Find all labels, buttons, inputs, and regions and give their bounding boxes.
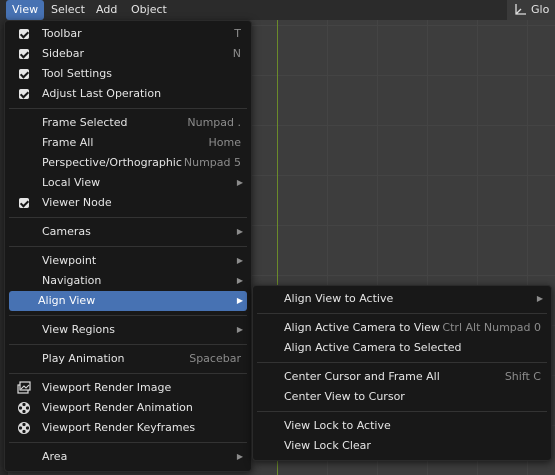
checkbox-icon [19,29,29,39]
menu-item-align-active-camera-to-selected[interactable]: Align Active Camera to Selected [257,338,547,358]
menu-separator [9,442,247,443]
menu-item-play-animation[interactable]: Play Animation Spacebar [9,349,247,369]
menu-item-align-view[interactable]: Align View ▶ [9,291,247,311]
menu-separator [9,217,247,218]
menu-separator [9,246,247,247]
menu-item-cameras[interactable]: Cameras ▶ [9,222,247,242]
submenu-arrow-icon: ▶ [236,452,243,461]
menu-separator [9,315,247,316]
menu-add[interactable]: Add [90,0,123,20]
menu-item-viewport-render-image[interactable]: Viewport Render Image [9,378,247,398]
menu-item-viewport-render-animation[interactable]: Viewport Render Animation [9,398,247,418]
menu-item-local-view[interactable]: Local View ▶ [9,173,247,193]
menu-item-viewer-node[interactable]: Viewer Node [9,193,247,213]
submenu-arrow-icon: ▶ [236,276,243,285]
menu-separator [9,108,247,109]
transform-orientation-icon [515,4,526,15]
menu-item-perspective-orthographic[interactable]: Perspective/Orthographic Numpad 5 [9,153,247,173]
menu-item-view-lock-clear[interactable]: View Lock Clear [257,436,547,456]
menu-item-center-cursor-and-frame-all[interactable]: Center Cursor and Frame All Shift C [257,367,547,387]
transform-orientation-dropdown[interactable]: Glo [507,0,555,20]
checkbox-icon [19,89,29,99]
submenu-arrow-icon: ▶ [236,178,243,187]
menu-item-center-view-to-cursor[interactable]: Center View to Cursor [257,387,547,407]
menu-item-tool-settings[interactable]: Tool Settings [9,64,247,84]
submenu-arrow-icon: ▶ [236,296,243,305]
menu-separator [9,344,247,345]
submenu-arrow-icon: ▶ [236,325,243,334]
menu-item-view-regions[interactable]: View Regions ▶ [9,320,247,340]
menu-item-navigation[interactable]: Navigation ▶ [9,271,247,291]
align-view-submenu: Align View to Active ▶ Align Active Came… [252,285,552,461]
menu-item-align-view-to-active[interactable]: Align View to Active ▶ [257,289,547,309]
render-image-icon [17,381,31,394]
menu-separator [257,411,547,412]
submenu-arrow-icon: ▶ [236,256,243,265]
render-keyframes-icon [18,422,30,434]
menu-object[interactable]: Object [125,0,173,20]
menu-separator [257,313,547,314]
submenu-arrow-icon: ▶ [536,294,543,303]
menu-item-viewpoint[interactable]: Viewpoint ▶ [9,251,247,271]
menu-separator [257,362,547,363]
menu-item-toolbar[interactable]: Toolbar T [9,24,247,44]
menu-view[interactable]: View [6,0,45,20]
menu-item-frame-all[interactable]: Frame All Home [9,133,247,153]
menu-item-frame-selected[interactable]: Frame Selected Numpad . [9,113,247,133]
header-menubar: View Select Add Object Glo [0,0,555,20]
menu-item-sidebar[interactable]: Sidebar N [9,44,247,64]
menu-select[interactable]: Select [45,0,91,20]
menu-item-align-active-camera-to-view[interactable]: Align Active Camera to View Ctrl Alt Num… [257,318,547,338]
render-animation-icon [18,402,30,414]
menu-item-adjust-last-operation[interactable]: Adjust Last Operation [9,84,247,104]
submenu-arrow-icon: ▶ [236,227,243,236]
checkbox-icon [19,198,29,208]
menu-item-view-lock-to-active[interactable]: View Lock to Active [257,416,547,436]
checkbox-icon [19,69,29,79]
view-menu: Toolbar T Sidebar N Tool Settings Adjust… [4,20,252,472]
checkbox-icon [19,49,29,59]
menu-separator [9,373,247,374]
menu-item-area[interactable]: Area ▶ [9,447,247,467]
menu-item-viewport-render-keyframes[interactable]: Viewport Render Keyframes [9,418,247,438]
transform-orientation-label: Glo [531,3,550,16]
